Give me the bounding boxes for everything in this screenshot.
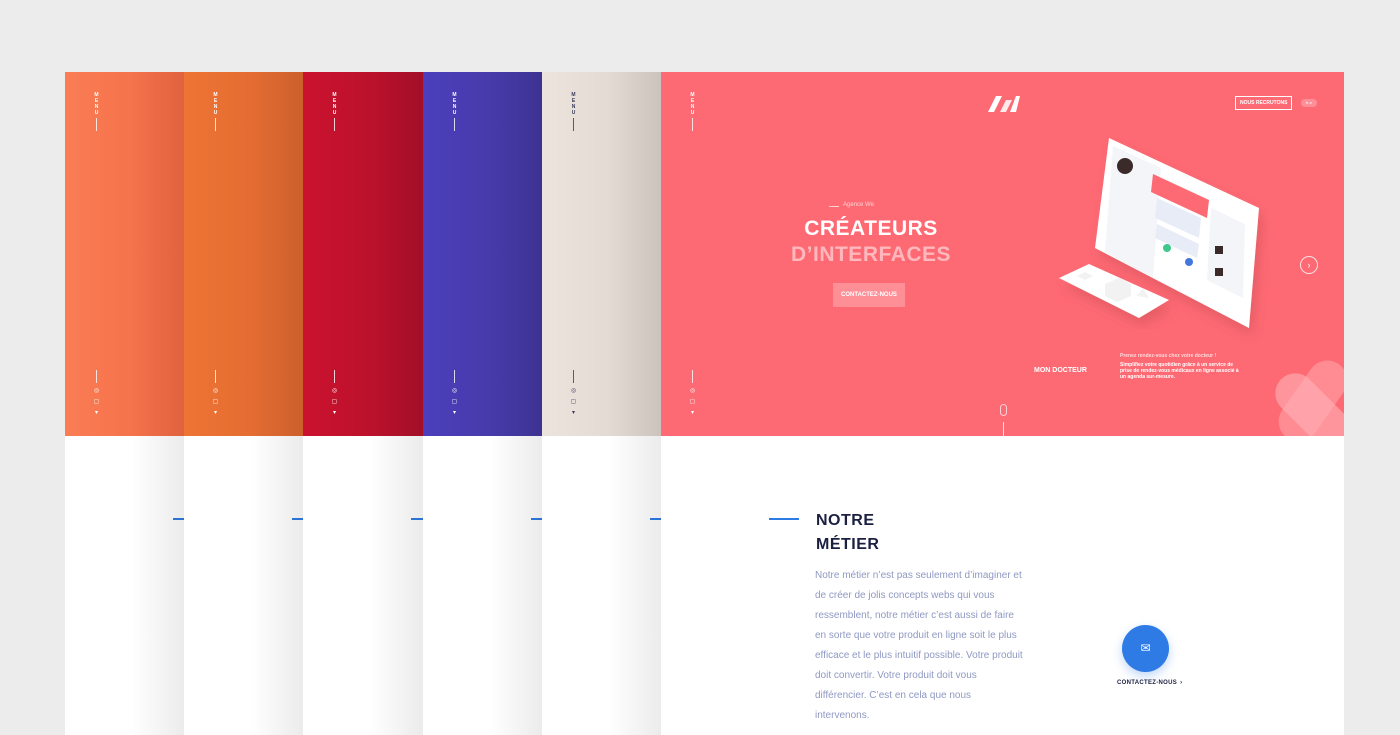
- instagram-icon[interactable]: ▢: [331, 399, 338, 406]
- menu-label[interactable]: MENU: [94, 92, 100, 116]
- project-description: Simplifiez votre quotidien grâce à un se…: [1120, 362, 1239, 380]
- panel-hero: [303, 72, 423, 436]
- twitter-icon[interactable]: ▾: [451, 410, 458, 417]
- menu-divider: [454, 118, 455, 131]
- twitter-icon[interactable]: ▾: [570, 410, 577, 417]
- panel-hero: [184, 72, 304, 436]
- contact-fab-button[interactable]: ✉: [1122, 625, 1169, 672]
- menu-label[interactable]: MENU: [571, 92, 577, 116]
- mail-icon: ✉: [1140, 641, 1151, 655]
- instagram-icon[interactable]: ▢: [570, 399, 577, 406]
- eyebrow-line: [829, 206, 839, 207]
- dribbble-icon[interactable]: ◎: [93, 388, 100, 395]
- panel-content: [303, 436, 423, 735]
- section-title: NOTRE MÉTIER: [816, 509, 879, 557]
- showcase-stage: MENU ◎ ▢ ▾ MENU ◎ ▢ ▾ MENU ◎ ▢ ▾ MENU ◎: [0, 0, 1400, 735]
- hero-contact-button[interactable]: CONTACTEZ-NOUS: [833, 283, 905, 307]
- twitter-icon[interactable]: ▾: [93, 410, 100, 417]
- next-slide-arrow[interactable]: ›: [1300, 256, 1318, 274]
- recruit-button[interactable]: NOUS RECRUTONS: [1235, 96, 1293, 110]
- instagram-icon[interactable]: ▢: [212, 399, 219, 406]
- panel-content: [184, 436, 304, 735]
- dribbble-icon[interactable]: ◎: [451, 388, 458, 395]
- menu-label[interactable]: MENU: [213, 92, 219, 116]
- section-title-line2: MÉTIER: [816, 536, 880, 553]
- instagram-icon[interactable]: ▢: [689, 399, 696, 406]
- dribbble-icon[interactable]: ◎: [570, 388, 577, 395]
- chevron-right-icon: ›: [1180, 680, 1183, 686]
- twitter-icon[interactable]: ▾: [331, 410, 338, 417]
- decorative-shape: [1275, 360, 1344, 436]
- contact-link-label: CONTACTEZ-NOUS: [1117, 680, 1178, 686]
- social-divider: [96, 370, 97, 383]
- main-page: MENU ◎ ▢ ▾ NOUS RECRUTONS fr-e Agence We…: [661, 72, 1344, 735]
- hero-eyebrow: Agence We: [843, 202, 874, 208]
- panel-hero: [542, 72, 662, 436]
- social-divider: [215, 370, 216, 383]
- menu-divider: [573, 118, 574, 131]
- color-panel-beige[interactable]: MENU ◎ ▢ ▾: [542, 72, 662, 735]
- panel-content: [542, 436, 662, 735]
- social-divider: [573, 370, 574, 383]
- hero-subtitle: D’INTERFACES: [790, 243, 951, 266]
- section-accent-line: [769, 518, 799, 520]
- social-divider: [692, 370, 693, 383]
- dribbble-icon[interactable]: ◎: [331, 388, 338, 395]
- panel-content: [65, 436, 185, 735]
- color-panel-red[interactable]: MENU ◎ ▢ ▾: [303, 72, 423, 735]
- agency-logo[interactable]: [988, 94, 1020, 114]
- instagram-icon[interactable]: ▢: [93, 399, 100, 406]
- twitter-icon[interactable]: ▾: [212, 410, 219, 417]
- menu-label[interactable]: MENU: [332, 92, 338, 116]
- panel-content: [423, 436, 543, 735]
- menu-divider: [96, 118, 97, 131]
- menu-divider: [334, 118, 335, 131]
- hero-section: MENU ◎ ▢ ▾ NOUS RECRUTONS fr-e Agence We…: [661, 72, 1344, 436]
- scroll-line: [1003, 422, 1004, 436]
- twitter-icon[interactable]: ▾: [689, 410, 696, 417]
- panel-hero: [65, 72, 185, 436]
- color-panel-amber[interactable]: MENU ◎ ▢ ▾: [184, 72, 304, 735]
- dribbble-icon[interactable]: ◎: [212, 388, 219, 395]
- contact-link[interactable]: CONTACTEZ-NOUS ›: [1117, 680, 1182, 686]
- language-toggle[interactable]: fr-e: [1301, 99, 1317, 107]
- scroll-mouse-icon[interactable]: [1000, 404, 1007, 416]
- project-name[interactable]: MON DOCTEUR: [1034, 367, 1087, 374]
- social-divider: [454, 370, 455, 383]
- color-panel-orange[interactable]: MENU ◎ ▢ ▾: [65, 72, 185, 735]
- menu-divider: [692, 118, 693, 131]
- notre-metier-section: NOTRE MÉTIER Notre métier n’est pas seul…: [661, 436, 1344, 735]
- dribbble-icon[interactable]: ◎: [689, 388, 696, 395]
- social-divider: [334, 370, 335, 383]
- hero-title: CRÉATEURS: [804, 217, 938, 240]
- menu-label[interactable]: MENU: [690, 92, 696, 116]
- section-title-line1: NOTRE: [816, 512, 875, 529]
- section-body: Notre métier n’est pas seulement d’imagi…: [815, 570, 1023, 721]
- product-mockup-illustration: [1059, 138, 1259, 328]
- menu-divider: [215, 118, 216, 131]
- color-panel-indigo[interactable]: MENU ◎ ▢ ▾: [423, 72, 543, 735]
- accent-line: [411, 518, 423, 520]
- instagram-icon[interactable]: ▢: [451, 399, 458, 406]
- panel-hero: [423, 72, 543, 436]
- menu-label[interactable]: MENU: [452, 92, 458, 116]
- project-tagline: Prenez rendez-vous chez votre docteur !: [1120, 353, 1217, 359]
